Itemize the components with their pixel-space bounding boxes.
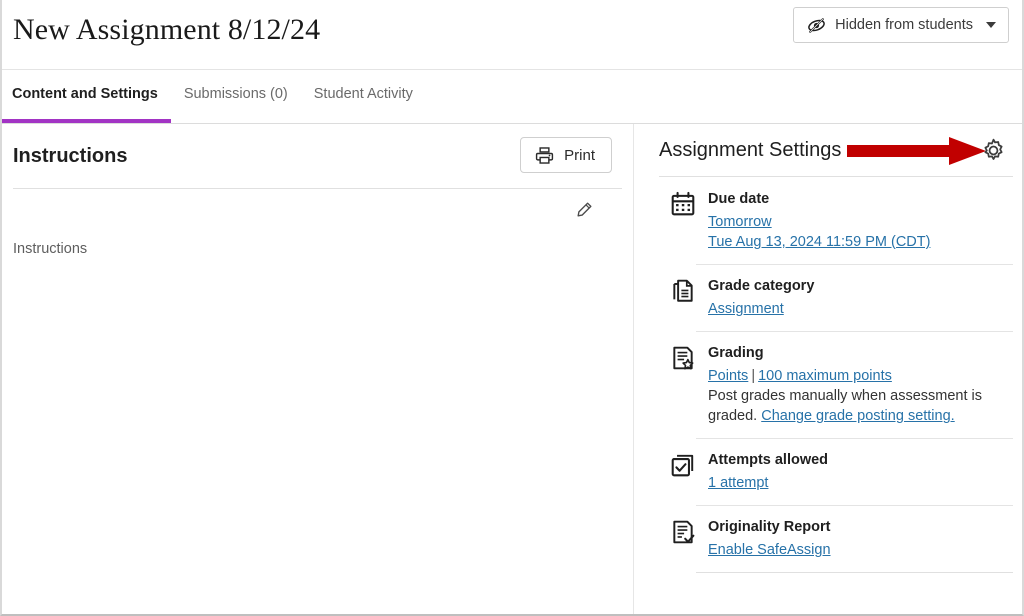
- red-arrow-annotation: [847, 137, 986, 165]
- printer-icon: [536, 146, 554, 164]
- change-grade-posting-setting-link[interactable]: Change grade posting setting.: [761, 408, 954, 424]
- tab-student-activity[interactable]: Student Activity: [314, 70, 426, 123]
- tab-submissions[interactable]: Submissions (0): [184, 70, 301, 123]
- enable-safeassign-link[interactable]: Enable SafeAssign: [708, 542, 831, 558]
- tab-label: Content and Settings: [12, 86, 158, 102]
- attempts-allowed-link[interactable]: 1 attempt: [708, 475, 768, 491]
- setting-due-date: Due date Tomorrow Tue Aug 13, 2024 11:59…: [659, 177, 1013, 264]
- page-body: Instructions Print Instructions Assignme…: [2, 124, 1022, 614]
- report-check-icon: [673, 521, 695, 544]
- grading-points-link[interactable]: Points: [708, 368, 748, 384]
- print-label: Print: [564, 146, 595, 164]
- document-icon: [673, 279, 693, 302]
- setting-grade-category: Grade category Assignment: [659, 264, 1013, 331]
- grade-category-link[interactable]: Assignment: [708, 301, 784, 317]
- assignment-settings-header: Assignment Settings: [659, 124, 1013, 176]
- tab-bar: Content and Settings Submissions (0) Stu…: [2, 70, 1022, 124]
- gear-icon[interactable]: [981, 138, 1006, 163]
- setting-label: Grade category: [708, 278, 815, 295]
- setting-label: Originality Report: [708, 519, 831, 536]
- print-button[interactable]: Print: [520, 137, 612, 173]
- chevron-down-icon: [986, 22, 996, 28]
- grading-star-icon: [673, 346, 694, 370]
- tab-label: Student Activity: [313, 86, 413, 102]
- instructions-edit-row: [13, 189, 622, 233]
- settings-bottom-divider: [696, 572, 1013, 574]
- setting-originality-report: Originality Report Enable SafeAssign: [659, 505, 1013, 572]
- calendar-icon: [671, 191, 695, 216]
- instructions-title: Instructions: [13, 144, 128, 167]
- instructions-header: Instructions Print: [13, 124, 622, 188]
- due-date-absolute-link[interactable]: Tue Aug 13, 2024 11:59 PM (CDT): [708, 234, 930, 250]
- instructions-body-text: Instructions: [13, 241, 88, 257]
- assignment-settings-panel: Assignment Settings Due date Tomorrow Tu…: [634, 124, 1022, 614]
- grading-separator: |: [751, 367, 756, 384]
- eye-slash-icon: [808, 17, 826, 33]
- tab-label: Submissions (0): [183, 86, 288, 102]
- visibility-dropdown-button[interactable]: Hidden from students: [793, 7, 1009, 43]
- assignment-page: New Assignment 8/12/24 Hidden from stude…: [0, 0, 1024, 616]
- setting-attempts-allowed: Attempts allowed 1 attempt: [659, 438, 1013, 505]
- setting-grading: Grading Points | 100 maximum points Post g…: [659, 331, 1013, 438]
- setting-label: Attempts allowed: [708, 452, 829, 469]
- setting-label: Grading: [708, 345, 764, 362]
- checkbox-stack-icon: [671, 455, 694, 477]
- page-header: New Assignment 8/12/24 Hidden from stude…: [2, 0, 1022, 70]
- tab-content-and-settings[interactable]: Content and Settings: [2, 70, 171, 123]
- grading-max-points-link[interactable]: 100 maximum points: [758, 368, 892, 384]
- pencil-icon[interactable]: [575, 201, 593, 219]
- due-date-relative-link[interactable]: Tomorrow: [708, 214, 772, 230]
- page-title: New Assignment 8/12/24: [13, 13, 321, 46]
- instructions-panel: Instructions Print Instructions: [2, 124, 634, 614]
- visibility-label: Hidden from students: [835, 17, 973, 33]
- assignment-settings-title: Assignment Settings: [659, 138, 842, 161]
- setting-label: Due date: [708, 191, 770, 207]
